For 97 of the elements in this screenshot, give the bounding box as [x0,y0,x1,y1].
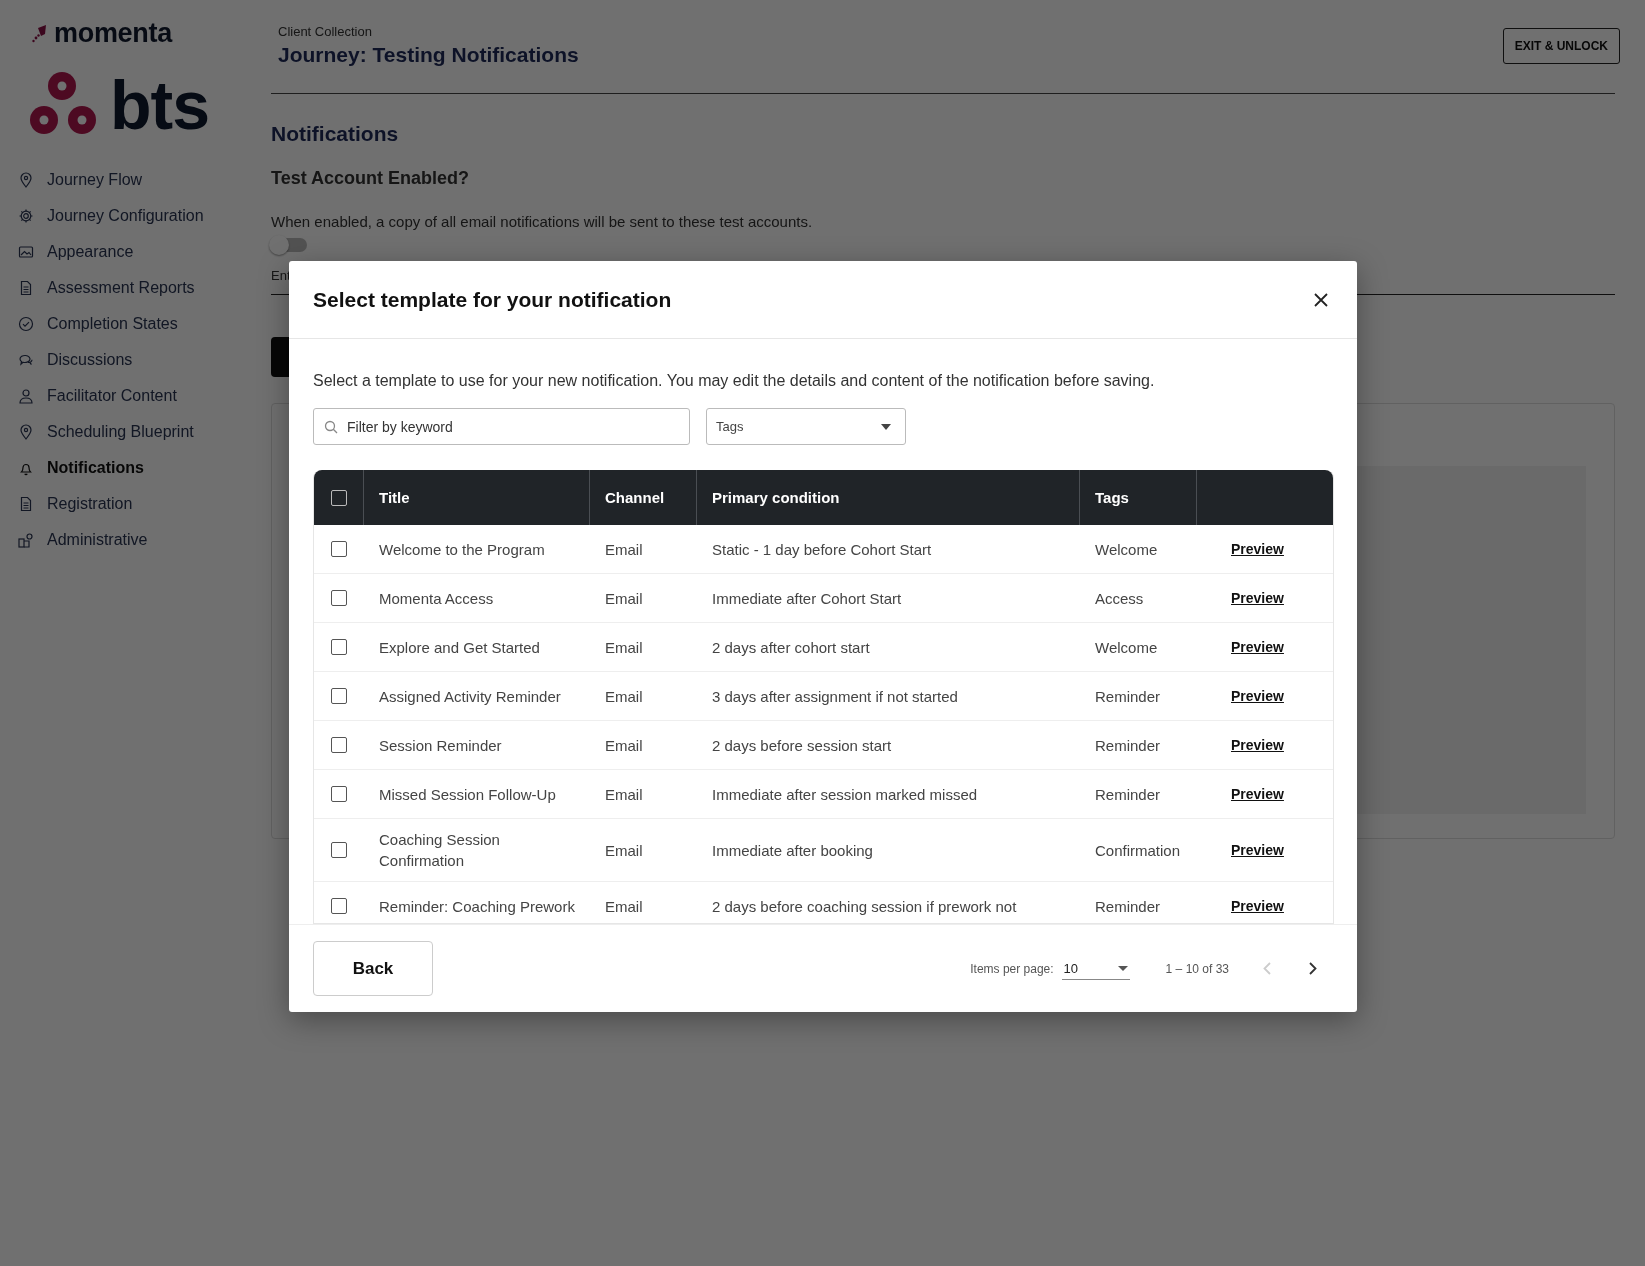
row-checkbox[interactable] [331,842,347,858]
row-checkbox[interactable] [331,737,347,753]
document-icon [18,496,34,512]
table-cell-text: Session Reminder [379,735,502,756]
preview-link[interactable]: Preview [1231,786,1284,802]
table-cell-text: Missed Session Follow-Up [379,784,556,805]
items-per-page-label: Items per page: [970,961,1054,976]
table-cell: Email [605,841,643,859]
preview-link[interactable]: Preview [1231,541,1284,557]
pin-icon [18,172,34,188]
table-cell: Email [605,785,643,803]
table-cell: Reminder [1095,687,1161,705]
pin-icon [18,424,34,440]
chevron-left-icon [1263,962,1271,975]
table-cell: Email [605,589,643,607]
table-cell-text: Welcome to the Program [379,539,545,560]
table-cell-text: Momenta Access [379,588,494,609]
bts-logo: bts [110,75,209,135]
caret-icon [1117,966,1128,971]
sidebar-item[interactable]: Assessment Reports [18,270,271,306]
gear-book-icon [18,532,34,548]
table-cell-text: Assigned Activity Reminder [379,686,561,707]
row-checkbox[interactable] [331,590,347,606]
table-cell-text: Explore and Get Started [379,637,540,658]
preview-link[interactable]: Preview [1231,898,1284,914]
person-icon [18,388,34,404]
section-heading: Notifications [271,122,400,146]
dialog-title: Select template for your notification [313,287,672,312]
table-cell-text: Reminder: Coaching Prework [379,896,575,917]
tags-dropdown[interactable]: Tags [706,408,906,445]
row-checkbox[interactable] [331,639,347,655]
preview-link[interactable]: Preview [1231,842,1284,858]
document-icon [18,280,34,296]
row-checkbox[interactable] [331,898,347,914]
table-cell: Email [605,540,643,558]
sidebar-item[interactable]: Completion States [18,306,271,342]
preview-link[interactable]: Preview [1231,737,1284,753]
momenta-logo: momenta [54,18,172,49]
table-cell: Confirmation [1095,841,1181,859]
table-cell-text: Immediate after booking [712,840,873,861]
table-cell-text: Static - 1 day before Cohort Start [712,539,932,560]
chevron-right-icon [1309,962,1317,975]
preview-link[interactable]: Preview [1231,639,1284,655]
dialog-description: Select a template to use for your new notification. You may edit the details and content of the notification before saving. [313,372,1156,390]
table-cell: Email [605,638,643,656]
chat-icon [18,352,34,368]
select-all-checkbox[interactable] [330,489,347,506]
table-cell-text: Immediate after Cohort Start [712,588,902,609]
table-cell: Email [605,897,643,915]
setting-description: When enabled, a copy of all email notifications will be sent to these test accounts. [271,213,814,230]
table-cell: Welcome [1095,638,1158,656]
table-cell: Email [605,687,643,705]
page-range: 1 – 10 of 33 [1165,961,1229,976]
preview-link[interactable]: Preview [1231,590,1284,606]
row-checkbox[interactable] [331,688,347,704]
sidebar-item[interactable]: Facilitator Content [18,378,271,414]
table-cell-text: Immediate after session marked missed [712,784,978,805]
breadcrumb: Client Collection [278,24,373,39]
sidebar-item[interactable]: Registration [18,486,271,522]
sidebar-item[interactable]: Appearance [18,234,271,270]
page-title: Journey: Testing Notifications [278,43,579,67]
sidebar-item[interactable]: Journey Flow [18,162,271,198]
sidebar-item[interactable]: Administrative [18,522,271,558]
sidebar-item[interactable]: Journey Configuration [18,198,271,234]
toggle-switch[interactable] [271,238,307,252]
table-cell: Reminder [1095,736,1161,754]
back-button[interactable]: Back [313,941,433,996]
exit-unlock-button[interactable]: EXIT & UNLOCK [1502,28,1620,64]
table-cell-text: 2 days after cohort start [712,637,870,658]
caret-icon [881,423,891,430]
table-cell: Reminder [1095,897,1161,915]
preview-link[interactable]: Preview [1231,688,1284,704]
gear-icon [18,208,34,224]
table-cell: Welcome [1095,540,1158,558]
close-icon [1313,291,1329,308]
column-header[interactable]: Channel [605,489,665,506]
search-field[interactable]: Filter by keyword [313,408,690,445]
check-circle-icon [18,316,34,332]
setting-label: Test Account Enabled? [271,168,471,189]
row-checkbox[interactable] [331,786,347,802]
table-cell-text: Coaching Session Confirmation [379,830,501,871]
sidebar-item[interactable]: Notifications [18,450,271,486]
row-checkbox[interactable] [331,541,347,557]
sidebar-item[interactable]: Scheduling Blueprint [18,414,271,450]
table-cell: Access [1095,589,1144,607]
table-cell-text: 2 days before coaching session if prework not [712,896,1017,917]
page-size-dropdown[interactable]: 10 [1061,957,1130,980]
column-header[interactable]: Tags [1095,489,1129,506]
table-cell: Reminder [1095,785,1161,803]
sidebar-item[interactable]: Discussions [18,342,271,378]
column-header[interactable]: Primary condition [712,489,840,506]
search-icon [324,420,338,434]
table-cell-text: 2 days before session start [712,735,892,756]
table-cell: Email [605,736,643,754]
column-header[interactable]: Title [379,489,410,506]
image-icon [18,244,34,260]
table-cell-text: 3 days after assignment if not started [712,686,958,707]
